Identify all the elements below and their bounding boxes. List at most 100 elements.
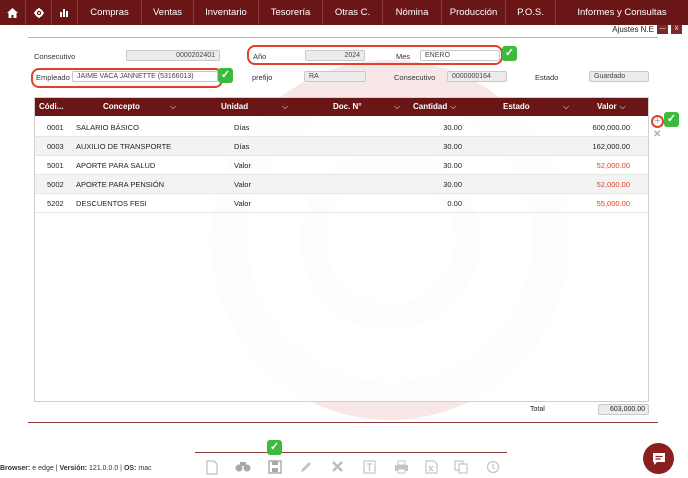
- consecutivo-field[interactable]: 0000202401: [126, 50, 220, 61]
- edit-pencil-icon[interactable]: [298, 460, 314, 476]
- menu-item-compras[interactable]: Compras: [78, 0, 142, 25]
- table-row[interactable]: 0003 AUXILIO DE TRANSPORTE Días 30.00 16…: [35, 137, 648, 156]
- minimize-button[interactable]: —: [657, 25, 668, 34]
- header-label: Códi...: [39, 102, 64, 111]
- reports-chart-icon[interactable]: [52, 0, 78, 25]
- save-disk-icon[interactable]: [267, 460, 283, 476]
- history-clock-icon[interactable]: [485, 460, 501, 476]
- header-cantidad[interactable]: Cantidad ⌵: [413, 98, 456, 116]
- cell-cantidad: 30.00: [443, 142, 462, 151]
- prefijo-field[interactable]: RA: [304, 71, 366, 82]
- consecutivo2-label: Consecutivo: [394, 73, 436, 82]
- os-value: mac: [138, 465, 152, 472]
- menu-item-tesoreria[interactable]: Tesorería: [259, 0, 323, 25]
- consecutivo2-field[interactable]: 0000000164: [447, 71, 507, 82]
- chevron-down-icon[interactable]: ⌵: [560, 98, 569, 116]
- anio-field[interactable]: 2024: [305, 50, 365, 61]
- header-unidad[interactable]: Unidad: [221, 98, 248, 116]
- chevron-down-icon[interactable]: ⌵: [279, 98, 288, 116]
- table-row[interactable]: 0001 SALARIO BÁSICO Días 30.00 600,000.0…: [35, 118, 648, 137]
- consecutivo-label: Consecutivo: [34, 52, 76, 61]
- table-row[interactable]: 5001 APORTE PARA SALUD Valor 30.00 52,00…: [35, 156, 648, 175]
- header-label: Concepto: [103, 102, 140, 111]
- menu-label: Tesorería: [270, 7, 311, 18]
- toolbar-divider: [195, 452, 507, 453]
- cell-concepto: SALARIO BÁSICO: [76, 123, 139, 132]
- mes-select[interactable]: ENERO: [420, 50, 500, 61]
- copy-icon[interactable]: [453, 460, 469, 476]
- header-form: Consecutivo 0000202401 Año 2024 Mes ENER…: [0, 40, 688, 92]
- menu-label: Informes y Consultas: [577, 7, 667, 18]
- settings-gear-icon[interactable]: [26, 0, 52, 25]
- add-row-plus-icon[interactable]: +: [651, 115, 664, 128]
- text-document-icon[interactable]: [361, 460, 377, 476]
- cell-unidad: Días: [234, 123, 250, 132]
- new-document-icon[interactable]: [204, 460, 220, 476]
- empleado-select[interactable]: JAIME VACA JANNETTE (53166013): [72, 71, 218, 82]
- header-doc[interactable]: Doc. N°: [333, 98, 362, 116]
- header-codigo[interactable]: Códi...: [39, 98, 63, 116]
- cell-unidad: Valor: [234, 180, 251, 189]
- menu-label: P.O.S.: [517, 7, 544, 18]
- menu-item-otras[interactable]: Otras C.: [323, 0, 383, 25]
- menu-item-pos[interactable]: P.O.S.: [506, 0, 556, 25]
- header-label: Doc. N°: [333, 102, 362, 111]
- empleado-label: Empleado: [36, 73, 70, 82]
- menu-label: Compras: [90, 7, 129, 18]
- print-icon[interactable]: [393, 460, 409, 476]
- estado-field[interactable]: Guardado: [589, 71, 649, 82]
- cell-cantidad: 30.00: [443, 123, 462, 132]
- check-mark-icon: ✓: [664, 112, 679, 127]
- browser-value: edge: [38, 465, 54, 472]
- cell-cantidad: 30.00: [443, 161, 462, 170]
- check-mark-icon: ✓: [502, 46, 517, 61]
- delete-x-icon[interactable]: [329, 460, 345, 476]
- menu-label: Otras C.: [334, 7, 371, 18]
- chat-bubble-icon[interactable]: [643, 443, 674, 474]
- home-icon[interactable]: [0, 0, 26, 25]
- menu-item-ventas[interactable]: Ventas: [142, 0, 194, 25]
- excel-export-icon[interactable]: [423, 460, 439, 476]
- menu-item-informes[interactable]: Informes y Consultas: [556, 0, 688, 25]
- menu-item-nomina[interactable]: Nómina: [383, 0, 442, 25]
- cell-unidad: Valor: [234, 199, 251, 208]
- menu-label: Inventario: [205, 7, 247, 18]
- concepts-table: Códi... Concepto ⌵ Unidad ⌵ Doc. N° ⌵ Ca…: [34, 97, 649, 402]
- delete-row-x-icon[interactable]: ✕: [653, 129, 661, 140]
- search-binoculars-icon[interactable]: [235, 460, 251, 476]
- menu-item-produccion[interactable]: Producción: [442, 0, 506, 25]
- chevron-down-icon[interactable]: ⌵: [391, 98, 400, 116]
- table-row[interactable]: 5202 DESCUENTOS FESI Valor 0.00 55,000.0…: [35, 194, 648, 213]
- cell-concepto: APORTE PARA SALUD: [76, 161, 156, 170]
- table-row[interactable]: 5002 APORTE PARA PENSIÓN Valor 30.00 52,…: [35, 175, 648, 194]
- estado-label: Estado: [535, 73, 559, 82]
- edge-icon: e: [32, 465, 37, 472]
- header-concepto[interactable]: Concepto: [103, 98, 140, 116]
- cell-cantidad: 30.00: [443, 180, 462, 189]
- total-label: Total: [530, 406, 545, 413]
- cell-codigo: 5001: [47, 161, 64, 170]
- check-mark-icon: ✓: [267, 440, 282, 455]
- prefijo-label: prefijo: [252, 73, 273, 82]
- chevron-down-icon[interactable]: ⌵: [167, 98, 176, 116]
- cell-concepto: APORTE PARA PENSIÓN: [76, 180, 165, 189]
- footer-divider: [28, 422, 658, 423]
- check-mark-icon: ✓: [218, 68, 233, 83]
- cell-valor: 600,000.00: [592, 123, 630, 132]
- header-estado[interactable]: Estado: [503, 98, 530, 116]
- header-label: Cantidad: [413, 102, 448, 111]
- cell-valor: 162,000.00: [592, 142, 630, 151]
- window-title-bar: Ajustes N.E — X: [0, 25, 688, 35]
- header-valor[interactable]: Valor ⌵: [597, 98, 626, 116]
- mes-label: Mes: [396, 52, 411, 61]
- anio-label: Año: [253, 52, 267, 61]
- header-divider: [28, 37, 658, 38]
- table-header: Códi... Concepto ⌵ Unidad ⌵ Doc. N° ⌵ Ca…: [35, 98, 648, 116]
- menu-item-inventario[interactable]: Inventario: [194, 0, 259, 25]
- menu-label: Ventas: [152, 7, 183, 18]
- browser-label: Browser:: [0, 465, 31, 472]
- cell-valor: 52,000.00: [596, 161, 630, 170]
- browser-info: Browser: e edge | Versión: 121.0.0.0 | O…: [0, 465, 152, 472]
- close-window-button[interactable]: X: [671, 25, 682, 34]
- total-field: 603,000.00: [598, 404, 649, 415]
